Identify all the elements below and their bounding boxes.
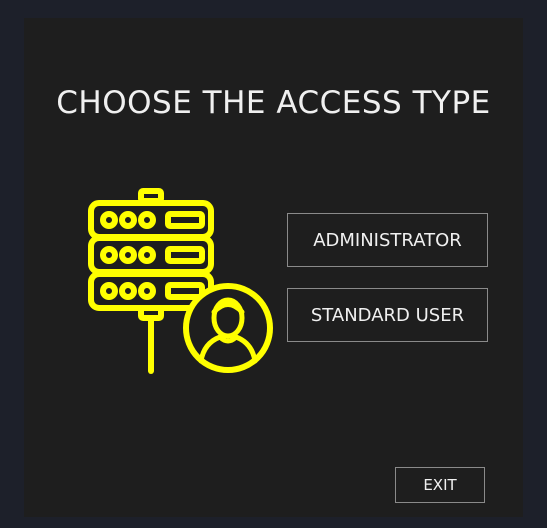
administrator-button-label: ADMINISTRATOR: [313, 229, 462, 251]
server-user-icon: [88, 188, 273, 374]
standard-user-button-label: STANDARD USER: [310, 304, 465, 326]
exit-button[interactable]: EXIT: [395, 467, 485, 503]
page-title: CHOOSE THE ACCESS TYPE: [56, 85, 491, 121]
exit-button-label: EXIT: [423, 476, 457, 494]
administrator-button[interactable]: ADMINISTRATOR: [287, 213, 488, 267]
standard-user-button[interactable]: STANDARD USER: [287, 288, 488, 342]
